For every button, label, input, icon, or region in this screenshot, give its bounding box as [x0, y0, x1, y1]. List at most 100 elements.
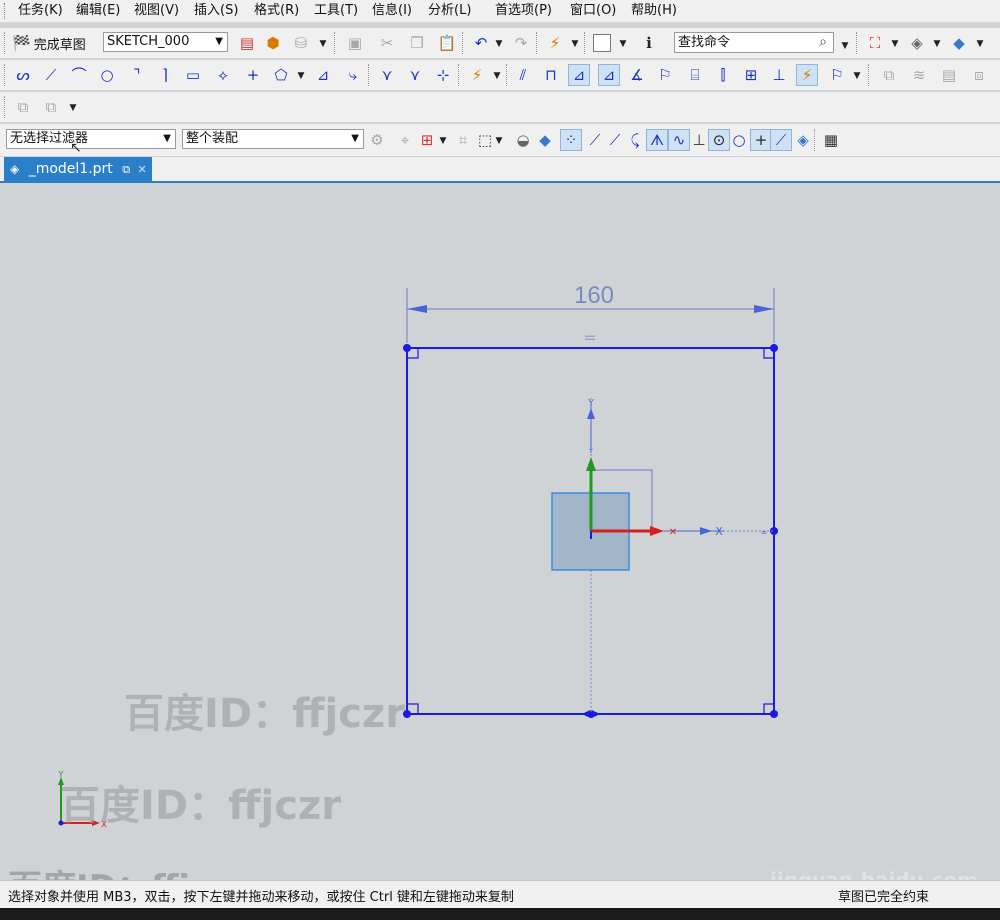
arc-icon[interactable]: ⌒: [68, 64, 90, 86]
snap-icon[interactable]: ⌗: [452, 129, 474, 151]
color-box-icon[interactable]: [593, 34, 611, 52]
save-icon[interactable]: ▣: [344, 32, 366, 54]
chevron-down-icon[interactable]: ▼: [494, 39, 504, 49]
update-model-icon[interactable]: ⛁: [290, 32, 312, 54]
rapid-dimension-icon[interactable]: ⫽: [512, 64, 534, 86]
menu-task[interactable]: 任务(K): [18, 2, 63, 20]
face-select-icon[interactable]: ◒: [512, 129, 534, 151]
chevron-down-icon[interactable]: ▼: [840, 41, 850, 51]
control-point-icon[interactable]: ⤹: [624, 129, 646, 151]
toolbar-grip[interactable]: [4, 64, 7, 86]
menu-info[interactable]: 信息(I): [372, 2, 412, 20]
filter-grid-icon[interactable]: ▦: [820, 129, 842, 151]
chevron-down-icon[interactable]: ▼: [492, 71, 502, 81]
render-style-icon[interactable]: ◈: [906, 32, 928, 54]
chevron-down-icon[interactable]: ▼: [852, 71, 862, 81]
orient-view-icon[interactable]: ▤: [236, 32, 258, 54]
close-tab-icon[interactable]: ✕: [138, 163, 147, 176]
extend-recipe-icon[interactable]: ⊹: [432, 64, 454, 86]
mirror-curve-icon[interactable]: ⚡: [466, 64, 488, 86]
selection-filter-dropdown[interactable]: 无选择过滤器 ▼: [6, 129, 176, 149]
profile-icon[interactable]: ᔕ: [12, 64, 34, 86]
perpendicular-point-icon[interactable]: ⊥: [688, 129, 710, 151]
menu-insert[interactable]: 插入(S): [194, 2, 238, 20]
select-all-icon[interactable]: ⊞: [416, 129, 438, 151]
quick-extend-icon[interactable]: ⤷: [342, 64, 364, 86]
modeling-view-icon[interactable]: ⬢: [262, 32, 284, 54]
geometric-constraints-icon[interactable]: ⊿: [568, 64, 590, 86]
menu-help[interactable]: 帮助(H): [631, 2, 677, 20]
menu-format[interactable]: 格式(R): [254, 2, 299, 20]
assembly-alt-icon[interactable]: ⧉: [40, 96, 62, 118]
dimension-value[interactable]: 160: [574, 282, 614, 309]
chevron-down-icon[interactable]: ▼: [570, 39, 580, 49]
chevron-down-icon[interactable]: ▼: [932, 39, 942, 49]
end-point-icon[interactable]: ⟋: [584, 129, 606, 151]
menu-edit[interactable]: 编辑(E): [76, 2, 120, 20]
graphics-window[interactable]: 160 = Y ⌄ X ∞ ✕ Y X 百度ID：ffjczr 百度ID：ffj…: [4, 183, 998, 880]
menu-window[interactable]: 窗口(O): [570, 2, 616, 20]
arc-center-icon[interactable]: ⊙: [708, 129, 730, 151]
create-inferred-constraints-icon[interactable]: ⚡: [796, 64, 818, 86]
command-finder-icon[interactable]: ℹ: [638, 32, 660, 54]
enable-snap-point-icon[interactable]: ⁘: [560, 129, 582, 151]
chamfer-icon[interactable]: ⌉: [154, 64, 176, 86]
point-icon[interactable]: +: [242, 64, 264, 86]
fit-view-icon[interactable]: ⛶: [864, 32, 886, 54]
trim-recipe-icon[interactable]: ⋎: [404, 64, 426, 86]
menu-analysis[interactable]: 分析(L): [428, 2, 471, 20]
point-on-surface-icon[interactable]: ◈: [792, 129, 814, 151]
sketch-extra-icon[interactable]: ⧈: [968, 64, 990, 86]
mid-point-icon[interactable]: ⟋: [604, 129, 626, 151]
cut-icon[interactable]: ✂: [376, 32, 398, 54]
menu-grip[interactable]: [4, 3, 8, 19]
paste-icon[interactable]: 📋: [436, 32, 458, 54]
linear-dimension-icon[interactable]: ⊓: [540, 64, 562, 86]
quadrant-point-icon[interactable]: ○: [728, 129, 750, 151]
chevron-down-icon[interactable]: ▼: [975, 39, 985, 49]
sketch-name-dropdown[interactable]: SKETCH_000 ▼: [103, 32, 228, 52]
repeat-command-icon[interactable]: ⚡: [544, 32, 566, 54]
chevron-down-icon[interactable]: ▼: [618, 39, 628, 49]
find-command-field[interactable]: 查找命令 ⌕: [674, 32, 834, 53]
tab-model1[interactable]: ◈ _model1.prt ⧉ ✕: [4, 157, 152, 181]
circle-icon[interactable]: ○: [96, 64, 118, 86]
chevron-down-icon[interactable]: ▼: [68, 103, 78, 113]
filter-select-icon[interactable]: ⌖: [394, 129, 416, 151]
copy-icon[interactable]: ❐: [406, 32, 428, 54]
chevron-down-icon[interactable]: ▼: [494, 136, 504, 146]
quick-trim-icon[interactable]: ⊿: [312, 64, 334, 86]
menu-preferences[interactable]: 首选项(P): [495, 2, 552, 20]
view-cube-icon[interactable]: ◆: [948, 32, 970, 54]
assembly-icon[interactable]: ⧉: [12, 96, 34, 118]
continuous-auto-dimension-icon[interactable]: ⚐: [826, 64, 848, 86]
convert-reference-icon[interactable]: ⫿: [712, 64, 734, 86]
inferred-constraints-icon[interactable]: ⊥: [768, 64, 790, 86]
chevron-down-icon[interactable]: ▼: [890, 39, 900, 49]
toolbar-grip[interactable]: [4, 96, 7, 118]
finish-sketch-button[interactable]: 🏁 完成草图: [12, 32, 86, 54]
filter-tool-icon[interactable]: ⚙: [366, 129, 388, 151]
chevron-down-icon[interactable]: ▼: [438, 136, 448, 146]
perpendicular-constraint-icon[interactable]: ∡: [626, 64, 648, 86]
intersection-point-icon[interactable]: ᗑ: [646, 129, 668, 151]
chevron-down-icon[interactable]: ▼: [296, 71, 306, 81]
rectangle-select-icon[interactable]: ⬚: [474, 129, 496, 151]
alternate-solution-icon[interactable]: ⊞: [740, 64, 762, 86]
menu-view[interactable]: 视图(V): [134, 2, 179, 20]
reattach-icon[interactable]: ⧉: [878, 64, 900, 86]
undo-icon[interactable]: ↶: [470, 32, 492, 54]
offset-curve-icon[interactable]: ⬠: [270, 64, 292, 86]
sketch-tools-icon[interactable]: ▤: [938, 64, 960, 86]
fillet-icon[interactable]: ⌝: [126, 64, 148, 86]
polyline-icon[interactable]: ⟡: [212, 64, 234, 86]
body-select-icon[interactable]: ◆: [534, 129, 556, 151]
rectangle-icon[interactable]: ▭: [182, 64, 204, 86]
animate-dimension-icon[interactable]: ⌸: [684, 64, 706, 86]
existing-point-icon[interactable]: +: [750, 129, 772, 151]
equal-constraint-symbol[interactable]: =: [583, 328, 596, 347]
make-corner-icon[interactable]: ⋎: [376, 64, 398, 86]
line-icon[interactable]: ⟋: [40, 64, 62, 86]
redo-icon[interactable]: ↷: [510, 32, 532, 54]
curve-point-icon[interactable]: ∿: [668, 129, 690, 151]
